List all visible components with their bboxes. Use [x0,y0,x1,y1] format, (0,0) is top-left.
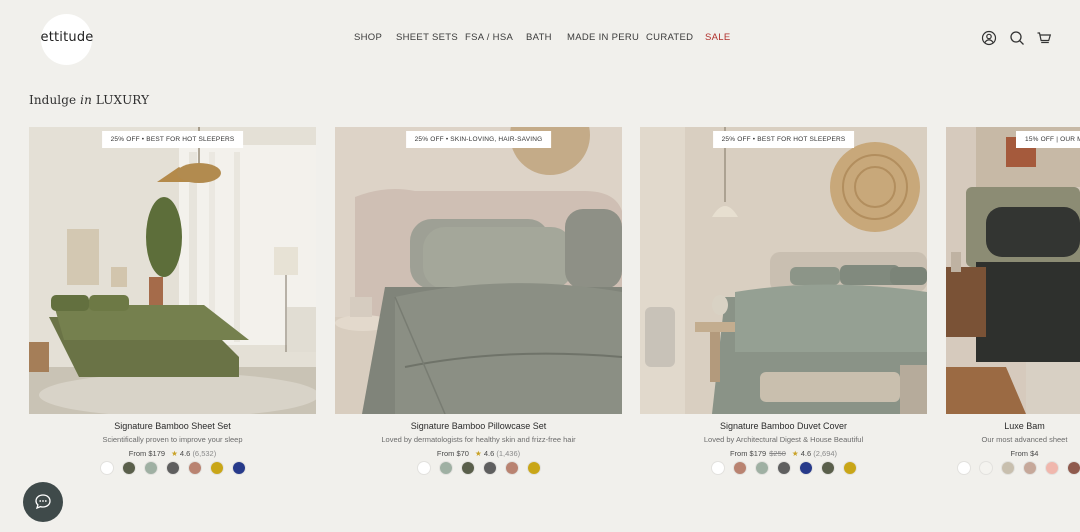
star-icon: ★ [171,449,178,458]
review-count: (2,694) [813,449,838,458]
product-title[interactable]: Signature Bamboo Pillowcase Set [335,421,622,431]
review-count: (6,532) [192,449,217,458]
swatch-ivory[interactable] [979,462,992,474]
swatch-mustard[interactable] [843,462,856,474]
product-subtitle: Scientifically proven to improve your sl… [102,435,243,444]
star-icon: ★ [791,449,799,458]
price: From $179 [729,449,767,458]
swatch-sage[interactable] [755,462,768,474]
nav-fsa-hsa[interactable]: FSA / HSA [465,32,513,43]
color-swatches [335,462,622,474]
swatch-clay[interactable] [188,462,201,474]
price-rating-row: From $70 ★ 4.6 (1,436) [335,449,622,458]
swatch-clay[interactable] [505,462,518,474]
product-card[interactable]: 25% OFF • BEST FOR HOT SLEEPERS Signatur… [640,127,927,474]
swatch-navy[interactable] [799,462,812,474]
swatch-charcoal[interactable] [166,462,179,474]
swatch-navy[interactable] [232,462,245,474]
price-rating-row: From $179 ★ 4.6 (6,532) [29,449,316,458]
swatch-white[interactable] [100,462,113,474]
section-title: Indulge in LUXURY [29,93,150,107]
swatch-charcoal[interactable] [777,462,790,474]
price-rating-row: From $4 [881,449,1080,458]
review-count: (1,436) [496,449,521,458]
product-title[interactable]: Signature Bamboo Sheet Set [29,421,316,431]
swatch-mustard[interactable] [527,462,540,474]
swatch-clay[interactable] [733,462,746,474]
promo-badge: 15% OFF | OUR MOS [1016,131,1080,148]
nav-sale[interactable]: SALE [705,32,731,43]
swatch-white[interactable] [417,462,430,474]
swatch-charcoal[interactable] [483,462,496,474]
swatch-blush[interactable] [1023,462,1036,474]
main-nav: SHOP SHEET SETS FSA / HSA BATH MADE IN P… [0,32,1080,46]
chat-icon [35,494,51,510]
nav-sheet-sets[interactable]: SHEET SETS [396,32,458,43]
swatch-white[interactable] [957,462,970,474]
color-swatches [640,462,927,474]
swatch-sage[interactable] [144,462,157,474]
product-card[interactable]: 15% OFF | OUR MOS Luxe Bam Our most adva… [946,127,1080,474]
swatch-pink[interactable] [1045,462,1058,474]
swatch-olive[interactable] [122,462,135,474]
color-swatches [29,462,316,474]
product-card[interactable]: 25% OFF • SKIN-LOVING, HAIR-SAVING Signa… [335,127,622,474]
nav-curated[interactable]: CURATED [646,32,693,43]
chat-button[interactable] [23,482,63,522]
product-subtitle: Our most advanced sheet [981,435,1068,444]
rating: 4.6 [800,449,812,458]
product-image[interactable]: 25% OFF • SKIN-LOVING, HAIR-SAVING [335,127,622,414]
promo-badge: 25% OFF • BEST FOR HOT SLEEPERS [101,131,244,148]
product-image[interactable]: 15% OFF | OUR MOS [946,127,1080,414]
search-icon[interactable] [1009,30,1025,46]
nav-shop[interactable]: SHOP [354,32,382,43]
price: From $70 [436,449,469,458]
star-icon: ★ [474,449,482,458]
price: From $179 [128,449,166,458]
swatch-olive[interactable] [821,462,834,474]
swatch-rust[interactable] [1067,462,1080,474]
swatch-white[interactable] [711,462,724,474]
product-card[interactable]: 25% OFF • BEST FOR HOT SLEEPERS Signatur… [29,127,316,474]
product-subtitle: Loved by dermatologists for healthy skin… [381,435,576,444]
price: From $4 [1010,449,1039,458]
promo-badge: 25% OFF • SKIN-LOVING, HAIR-SAVING [405,131,552,148]
product-image[interactable]: 25% OFF • BEST FOR HOT SLEEPERS [29,127,316,414]
cart-icon[interactable] [1036,30,1052,46]
rating: 4.6 [483,449,495,458]
compare-price: $250 [769,449,786,458]
nav-bath[interactable]: BATH [526,32,552,43]
color-swatches [886,462,1080,474]
product-image[interactable]: 25% OFF • BEST FOR HOT SLEEPERS [640,127,927,414]
account-icon[interactable] [981,30,997,46]
nav-made-in-peru[interactable]: MADE IN PERU [567,32,639,43]
swatch-olive[interactable] [461,462,474,474]
rating: 4.6 [179,449,191,458]
product-title[interactable]: Luxe Bam [881,421,1080,431]
swatch-sage[interactable] [439,462,452,474]
promo-badge: 25% OFF • BEST FOR HOT SLEEPERS [712,131,855,148]
swatch-mustard[interactable] [210,462,223,474]
swatch-stone[interactable] [1001,462,1014,474]
